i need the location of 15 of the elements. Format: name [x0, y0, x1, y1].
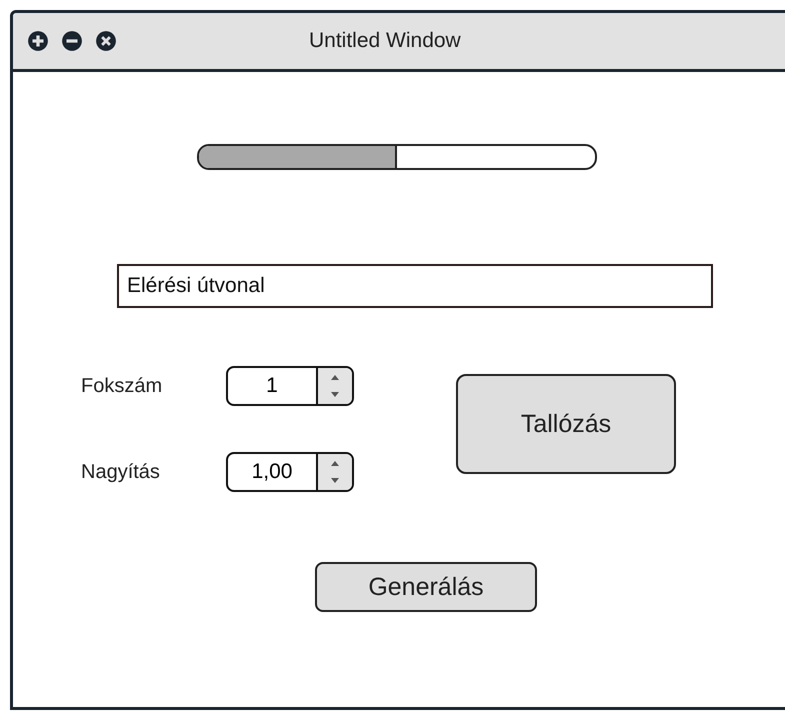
spinner-label: Fokszám [81, 374, 164, 398]
minimize-icon[interactable] [61, 30, 83, 52]
maximize-icon[interactable] [27, 30, 49, 52]
down-arrow-icon[interactable] [329, 392, 341, 398]
generate-button[interactable]: Generálás [315, 562, 537, 612]
close-icon[interactable] [95, 30, 117, 52]
window-title: Untitled Window [309, 29, 461, 53]
up-arrow-icon[interactable] [329, 460, 341, 466]
down-arrow-icon[interactable] [329, 478, 341, 484]
spinner-label: Nagyítás [81, 460, 161, 484]
number-spinner[interactable]: 1,00 [226, 452, 354, 492]
number-spinner[interactable]: 1 [226, 366, 354, 406]
up-arrow-icon[interactable] [329, 374, 341, 380]
browse-button[interactable]: Tallózás [456, 374, 676, 474]
path-field[interactable]: Elérési útvonal [117, 264, 713, 308]
